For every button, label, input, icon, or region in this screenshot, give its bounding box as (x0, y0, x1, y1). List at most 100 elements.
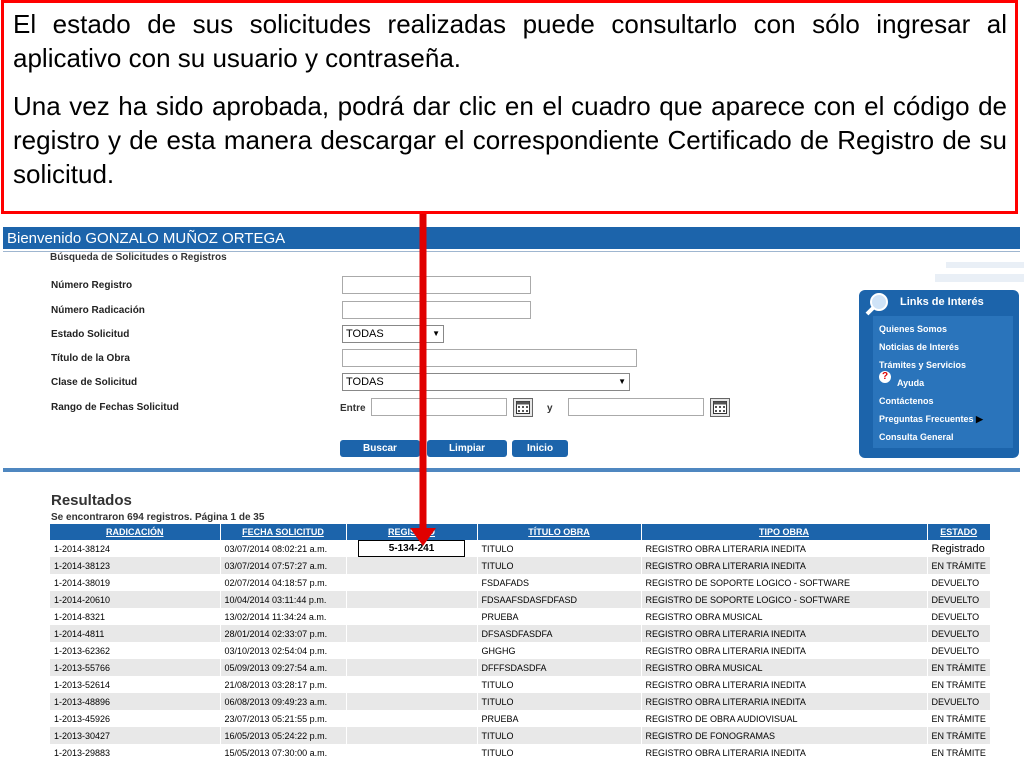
cell-estado: DEVUELTO (927, 642, 991, 659)
results-table: RADICACIÓN FECHA SOLICITUD REGISTRO TÍTU… (50, 524, 991, 761)
estado-solicitud-value: TODAS (346, 328, 384, 340)
cell-estado: DEVUELTO (927, 574, 991, 591)
cell-titulo: TITULO (477, 693, 642, 710)
fecha-desde-input[interactable] (371, 398, 507, 416)
cell-fecha: 16/05/2013 05:24:22 p.m. (220, 727, 347, 744)
cell-radicacion: 1-2013-30427 (50, 727, 221, 744)
table-row: 1-2013-62362 03/10/2013 02:54:04 p.m. GH… (50, 642, 991, 659)
cell-estado: EN TRÁMITE (927, 727, 991, 744)
entre-label: Entre (340, 403, 366, 414)
cell-tipo: REGISTRO DE SOPORTE LOGICO - SOFTWARE (641, 591, 928, 608)
cell-fecha: 15/05/2013 07:30:00 a.m. (220, 744, 347, 761)
calendar-icon[interactable] (513, 398, 533, 417)
buscar-button[interactable]: Buscar (340, 440, 420, 457)
link-noticias[interactable]: Noticias de Interés (879, 342, 959, 352)
cell-titulo: DFFFSDASDFA (477, 659, 642, 676)
cell-estado: DEVUELTO (927, 625, 991, 642)
registro-code-button[interactable]: 5-134-241 (358, 540, 465, 557)
link-ayuda[interactable]: Ayuda (897, 378, 924, 388)
numero-registro-label: Número Registro (51, 280, 133, 291)
cell-tipo: REGISTRO OBRA LITERARIA INEDITA (641, 625, 928, 642)
cell-fecha: 23/07/2013 05:21:55 p.m. (220, 710, 347, 727)
cell-titulo: TITULO (477, 557, 642, 574)
cell-radicacion: 1-2013-52614 (50, 676, 221, 693)
cell-tipo: REGISTRO OBRA LITERARIA INEDITA (641, 744, 928, 761)
help-icon: ? (879, 371, 891, 383)
numero-radicacion-label: Número Radicación (51, 305, 145, 316)
numero-registro-input[interactable] (342, 276, 531, 294)
cell-fecha: 21/08/2013 03:28:17 p.m. (220, 676, 347, 693)
cell-tipo: REGISTRO OBRA LITERARIA INEDITA (641, 540, 928, 557)
cell-radicacion: 1-2014-38123 (50, 557, 221, 574)
col-titulo-obra[interactable]: TÍTULO OBRA (477, 524, 642, 540)
table-row: 1-2013-30427 16/05/2013 05:24:22 p.m. TI… (50, 727, 991, 744)
cell-fecha: 10/04/2014 03:11:44 p.m. (220, 591, 347, 608)
link-contactenos[interactable]: Contáctenos (879, 396, 934, 406)
cell-registro (346, 659, 478, 676)
table-header-row: RADICACIÓN FECHA SOLICITUD REGISTRO TÍTU… (50, 524, 991, 540)
numero-radicacion-input[interactable] (342, 301, 531, 319)
link-preguntas-label: Preguntas Frecuentes (879, 414, 974, 424)
table-row: 1-2013-55766 05/09/2013 09:27:54 a.m. DF… (50, 659, 991, 676)
divider (3, 468, 1020, 472)
cell-fecha: 02/07/2014 04:18:57 p.m. (220, 574, 347, 591)
cell-estado: EN TRÁMITE (927, 710, 991, 727)
cell-radicacion: 1-2014-8321 (50, 608, 221, 625)
estado-solicitud-select[interactable]: TODAS ▼ (342, 325, 444, 343)
instruction-callout: El estado de sus solicitudes realizadas … (1, 0, 1018, 214)
cell-tipo: REGISTRO OBRA LITERARIA INEDITA (641, 557, 928, 574)
cell-tipo: REGISTRO OBRA LITERARIA INEDITA (641, 693, 928, 710)
link-preguntas-frecuentes[interactable]: Preguntas Frecuentes ▶ (879, 414, 983, 425)
inicio-button[interactable]: Inicio (512, 440, 568, 457)
cell-tipo: REGISTRO OBRA LITERARIA INEDITA (641, 642, 928, 659)
cell-registro (346, 625, 478, 642)
callout-paragraph-2: Una vez ha sido aprobada, podrá dar clic… (13, 91, 1007, 189)
results-count: Se encontraron 694 registros. Página 1 d… (51, 512, 265, 523)
table-row: 1-2014-8321 13/02/2014 11:34:24 a.m. PRU… (50, 608, 991, 625)
fecha-hasta-input[interactable] (568, 398, 704, 416)
search-heading: Búsqueda de Solicitudes o Registros (50, 252, 227, 263)
col-tipo-obra[interactable]: TIPO OBRA (641, 524, 928, 540)
table-row: 1-2013-48896 06/08/2013 09:49:23 a.m. TI… (50, 693, 991, 710)
chevron-right-icon: ▶ (976, 414, 983, 424)
cell-titulo: TITULO (477, 676, 642, 693)
callout-paragraph-1: El estado de sus solicitudes realizadas … (13, 9, 1007, 73)
cell-registro (346, 693, 478, 710)
cell-registro (346, 744, 478, 761)
cell-registro: 5-134-241 (346, 540, 478, 557)
cell-fecha: 03/10/2013 02:54:04 p.m. (220, 642, 347, 659)
cell-titulo: TITULO (477, 540, 642, 557)
cell-radicacion: 1-2014-4811 (50, 625, 221, 642)
link-tramites[interactable]: Trámites y Servicios (879, 360, 966, 370)
titulo-obra-input[interactable] (342, 349, 637, 367)
col-fecha-solicitud[interactable]: FECHA SOLICITUD (220, 524, 347, 540)
cell-registro (346, 642, 478, 659)
table-row: 1-2014-4811 28/01/2014 02:33:07 p.m. DFS… (50, 625, 991, 642)
cell-titulo: TITULO (477, 727, 642, 744)
chevron-down-icon: ▼ (432, 329, 440, 338)
clase-solicitud-label: Clase de Solicitud (51, 377, 138, 388)
clase-solicitud-select[interactable]: TODAS ▼ (342, 373, 630, 391)
table-row: 1-2014-38123 03/07/2014 07:57:27 a.m. TI… (50, 557, 991, 574)
col-radicacion[interactable]: RADICACIÓN (50, 524, 221, 540)
cell-fecha: 05/09/2013 09:27:54 a.m. (220, 659, 347, 676)
cell-registro (346, 608, 478, 625)
table-row: 1-2014-38019 02/07/2014 04:18:57 p.m. FS… (50, 574, 991, 591)
cell-estado: DEVUELTO (927, 608, 991, 625)
cell-registro (346, 727, 478, 744)
cell-titulo: GHGHG (477, 642, 642, 659)
calendar-icon[interactable] (710, 398, 730, 417)
cell-radicacion: 1-2013-45926 (50, 710, 221, 727)
table-row: 1-2014-20610 10/04/2014 03:11:44 p.m. FD… (50, 591, 991, 608)
cell-registro (346, 557, 478, 574)
cell-titulo: PRUEBA (477, 608, 642, 625)
cell-titulo: PRUEBA (477, 710, 642, 727)
limpiar-button[interactable]: Limpiar (427, 440, 507, 457)
decorative-bar (935, 274, 1024, 282)
col-registro[interactable]: REGISTRO (346, 524, 478, 540)
cell-titulo: FSDAFADS (477, 574, 642, 591)
cell-estado: EN TRÁMITE (927, 557, 991, 574)
link-quienes-somos[interactable]: Quienes Somos (879, 324, 947, 334)
col-estado[interactable]: ESTADO (927, 524, 991, 540)
link-consulta-general[interactable]: Consulta General (879, 432, 954, 442)
